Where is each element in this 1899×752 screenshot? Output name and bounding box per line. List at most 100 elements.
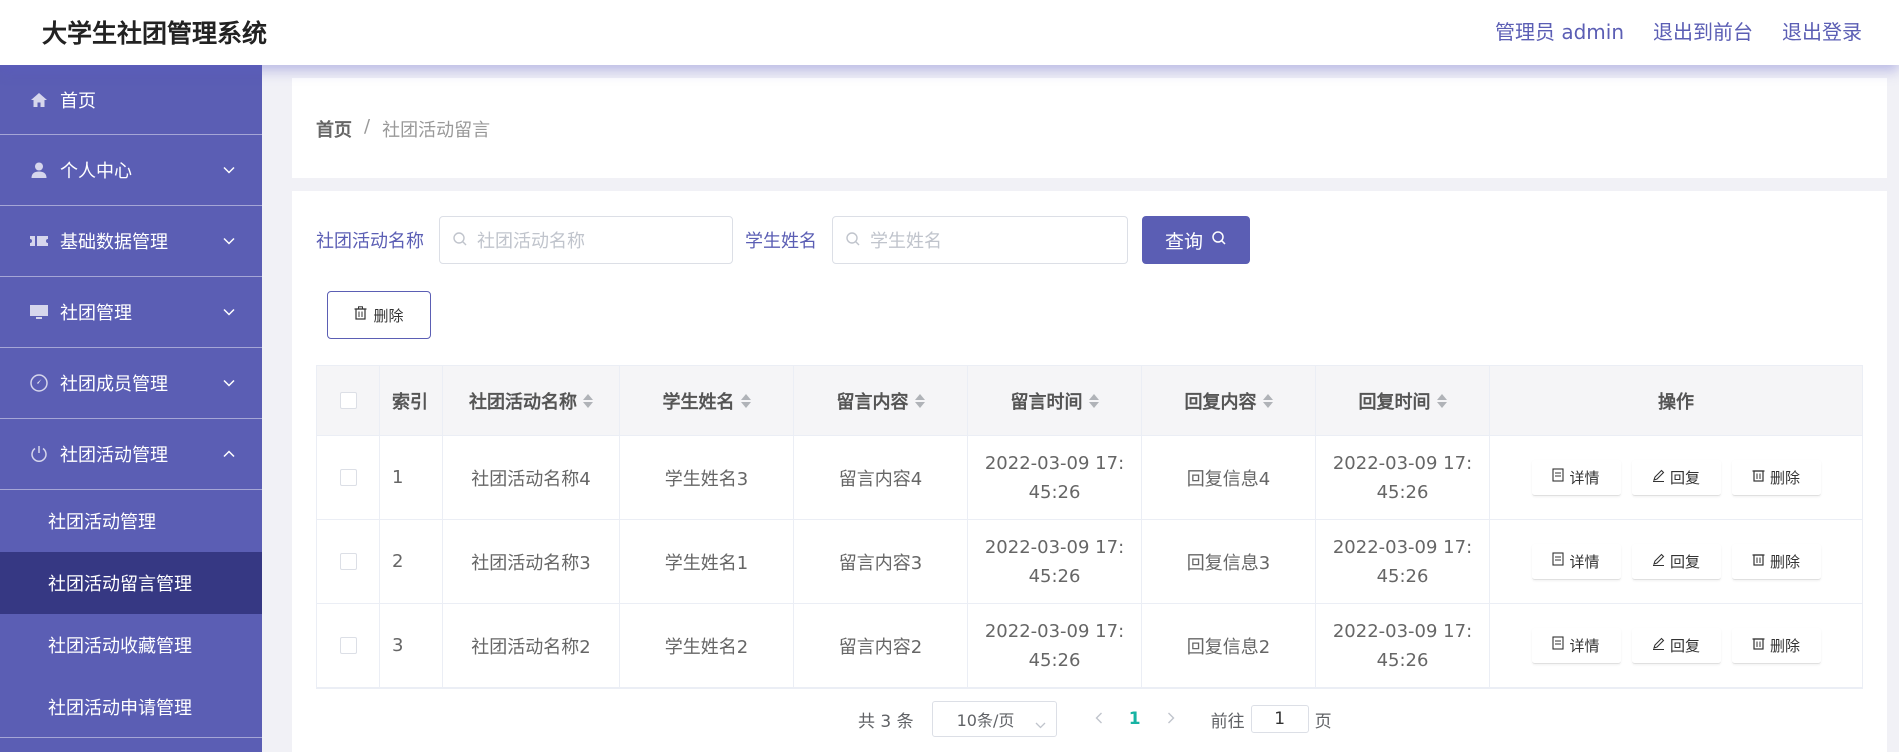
goto-page-input[interactable]: 1 <box>1250 705 1309 733</box>
power-icon <box>29 444 49 464</box>
reply-label: 回复 <box>1669 552 1700 571</box>
cell-activity: 社团活动名称2 <box>443 604 620 687</box>
sort-icon[interactable] <box>740 393 751 408</box>
cell-message: 留言内容4 <box>794 436 968 519</box>
table-row: 1 社团活动名称4 学生姓名3 留言内容4 2022-03-09 17:45:2… <box>317 436 1862 520</box>
cell-message-time: 2022-03-09 17:45:26 <box>968 604 1142 687</box>
user-icon <box>29 160 49 180</box>
sort-icon[interactable] <box>1436 393 1447 408</box>
pagination-total: 共 3 条 <box>858 711 914 732</box>
admin-user-link[interactable]: 管理员 admin <box>1495 16 1624 45</box>
submenu-item-activity-message[interactable]: 社团活动留言管理 <box>0 552 262 614</box>
sidebar-item-home[interactable]: 首页 <box>0 65 262 135</box>
header-message-time[interactable]: 留言时间 <box>968 366 1142 435</box>
sort-icon[interactable] <box>583 393 593 408</box>
delete-button[interactable]: 删除 <box>1731 628 1821 664</box>
bulk-delete-button[interactable]: 删除 <box>327 291 431 339</box>
goto-label: 前往 <box>1210 711 1245 732</box>
submenu-item-activity-manage[interactable]: 社团活动管理 <box>0 490 262 552</box>
sort-icon[interactable] <box>914 393 925 408</box>
chevron-left-icon <box>1095 712 1102 724</box>
reply-button[interactable]: 回复 <box>1631 544 1721 580</box>
student-name-input[interactable]: 学生姓名 <box>832 216 1128 264</box>
sidebar-item-profile[interactable]: 个人中心 <box>0 135 262 206</box>
delete-button[interactable]: 删除 <box>1731 460 1821 496</box>
cell-reply: 回复信息3 <box>1142 520 1316 603</box>
detail-button[interactable]: 详情 <box>1531 544 1621 580</box>
sidebar-item-label: 社团活动管理 <box>60 445 168 466</box>
sort-icon[interactable] <box>1262 393 1273 408</box>
submenu-item-activity-favorite[interactable]: 社团活动收藏管理 <box>0 614 262 676</box>
reply-button[interactable]: 回复 <box>1631 628 1721 664</box>
reply-label: 回复 <box>1669 636 1700 655</box>
activity-name-label: 社团活动名称 <box>316 231 424 252</box>
home-icon <box>29 90 49 110</box>
cell-index: 1 <box>380 436 443 519</box>
row-checkbox[interactable] <box>339 469 357 486</box>
cell-activity: 社团活动名称4 <box>443 436 620 519</box>
cell-message: 留言内容3 <box>794 520 968 603</box>
header-reply[interactable]: 回复内容 <box>1142 366 1316 435</box>
header-student[interactable]: 学生姓名 <box>620 366 794 435</box>
logout-link[interactable]: 退出登录 <box>1782 16 1862 45</box>
select-all-checkbox[interactable] <box>339 392 357 409</box>
header-message[interactable]: 留言内容 <box>794 366 968 435</box>
row-checkbox[interactable] <box>339 637 357 654</box>
cell-reply-time: 2022-03-09 17:45:26 <box>1316 436 1490 519</box>
detail-button[interactable]: 详情 <box>1531 460 1621 496</box>
bulk-delete-label: 删除 <box>373 306 404 325</box>
app-title: 大学生社团管理系统 <box>42 19 268 48</box>
delete-label: 删除 <box>1769 636 1800 655</box>
delete-label: 删除 <box>1769 468 1800 487</box>
ticket-icon <box>29 231 49 251</box>
breadcrumb-panel: 首页 / 社团活动留言 <box>292 78 1887 178</box>
reply-time-text: 2022-03-09 17:45:26 <box>1332 452 1473 503</box>
header-index: 索引 <box>380 366 443 435</box>
student-name-label: 学生姓名 <box>745 231 817 252</box>
table-header: 索引 社团活动名称 学生姓名 留言内容 留言时间 回复内容 回复时间 操作 <box>317 366 1862 436</box>
query-button[interactable]: 查询 <box>1142 216 1250 264</box>
breadcrumb-home[interactable]: 首页 <box>316 116 352 142</box>
header-reply-label: 回复内容 <box>1184 391 1257 413</box>
page-number-current[interactable]: 1 <box>1117 709 1153 729</box>
sidebar-item-label: 首页 <box>60 90 96 112</box>
document-icon <box>1552 468 1565 486</box>
header-links: 管理员 admin 退出到前台 退出登录 <box>1495 16 1862 45</box>
cell-index: 3 <box>380 604 443 687</box>
row-checkbox[interactable] <box>339 553 357 570</box>
detail-button[interactable]: 详情 <box>1531 628 1621 664</box>
sidebar-item-label: 基础数据管理 <box>60 232 168 253</box>
next-page-button[interactable] <box>1153 709 1189 729</box>
breadcrumb-separator: / <box>364 116 371 137</box>
sidebar-item-club[interactable]: 社团管理 <box>0 277 262 348</box>
chevron-right-icon <box>1167 712 1175 724</box>
exit-to-front-link[interactable]: 退出到前台 <box>1653 16 1753 45</box>
header-ops: 操作 <box>1658 391 1694 413</box>
header-activity[interactable]: 社团活动名称 <box>443 366 620 435</box>
compass-icon <box>29 373 49 393</box>
sidebar-item-label: 个人中心 <box>60 161 132 182</box>
breadcrumb-current: 社团活动留言 <box>382 120 491 141</box>
activity-name-input[interactable]: 社团活动名称 <box>439 216 733 264</box>
trash-icon <box>1752 552 1765 570</box>
main-panel: 社团活动名称 社团活动名称 学生姓名 学生姓名 查询 删除 索引 社团活动名称 … <box>292 191 1887 752</box>
delete-label: 删除 <box>1769 552 1800 571</box>
search-icon <box>845 231 863 249</box>
sidebar-item-members[interactable]: 社团成员管理 <box>0 348 262 419</box>
sidebar-item-activities[interactable]: 社团活动管理 <box>0 419 262 490</box>
sidebar-item-label: 社团管理 <box>60 303 132 324</box>
reply-button[interactable]: 回复 <box>1631 460 1721 496</box>
page-size-select[interactable]: 10条/页 <box>931 701 1057 737</box>
sort-icon[interactable] <box>1088 393 1099 408</box>
prev-page-button[interactable] <box>1081 709 1117 729</box>
sidebar-item-basic-data[interactable]: 基础数据管理 <box>0 206 262 277</box>
document-icon <box>1552 552 1565 570</box>
header-message-time-label: 留言时间 <box>1010 391 1083 413</box>
header-reply-time[interactable]: 回复时间 <box>1316 366 1490 435</box>
chevron-down-icon <box>222 305 236 319</box>
cell-message: 留言内容2 <box>794 604 968 687</box>
delete-button[interactable]: 删除 <box>1731 544 1821 580</box>
chevron-down-icon <box>222 376 236 390</box>
submenu-item-activity-apply[interactable]: 社团活动申请管理 <box>0 676 262 738</box>
cell-reply-time: 2022-03-09 17:45:26 <box>1316 520 1490 603</box>
